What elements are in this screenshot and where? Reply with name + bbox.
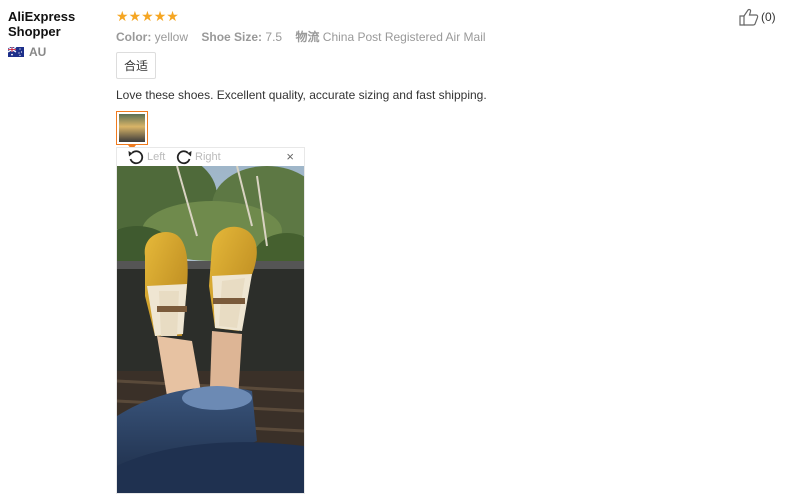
order-attributes: Color: yellow Shoe Size: 7.5 物流 China Po… (116, 28, 716, 45)
attr-color-key: Color: (116, 30, 152, 44)
attr-color-value: yellow (154, 30, 189, 44)
close-icon[interactable]: × (286, 148, 294, 166)
attr-size-value: 7.5 (265, 30, 283, 44)
rotate-right-button[interactable]: Right (175, 148, 221, 166)
reviewer-country: AU (8, 45, 108, 59)
review-photo-image (117, 166, 304, 493)
country-code: AU (29, 45, 47, 59)
image-viewer: Left Right × (116, 147, 305, 494)
reviewer-info: AliExpress Shopper AU (8, 9, 108, 59)
photo-thumbnail[interactable] (116, 111, 148, 150)
rotate-right-icon (176, 150, 192, 165)
rotate-left-button[interactable]: Left (127, 148, 165, 166)
star-icon: ★ (116, 8, 129, 24)
feedback-text: Love these shoes. Excellent quality, acc… (116, 88, 487, 102)
australia-flag-icon (8, 47, 24, 57)
helpful-button[interactable]: (0) (739, 8, 776, 26)
star-icon: ★ (166, 8, 179, 24)
rotate-left-label: Left (147, 151, 166, 163)
helpful-count: (0) (761, 10, 776, 24)
viewer-toolbar: Left Right × (117, 148, 304, 166)
thumbnail-image (119, 114, 145, 142)
attr-shipping-value: China Post Registered Air Mail (322, 30, 486, 44)
review-body: ★ ★ ★ ★ ★ Color: yellow Shoe Size: 7.5 物… (116, 8, 716, 150)
reviewer-name: AliExpress Shopper (8, 9, 76, 39)
star-icon: ★ (153, 8, 167, 24)
attr-shipping-key: 物流 (295, 30, 320, 44)
review-photo (117, 166, 304, 493)
star-icon: ★ (128, 8, 142, 24)
star-rating: ★ ★ ★ ★ ★ (116, 8, 716, 24)
review-tag: 合适 (116, 52, 157, 79)
attr-size-key: Shoe Size: (201, 30, 263, 44)
thumbs-up-icon (739, 8, 759, 26)
star-icon: ★ (141, 8, 154, 24)
rotate-right-label: Right (195, 151, 221, 163)
rotate-left-icon (128, 150, 144, 165)
